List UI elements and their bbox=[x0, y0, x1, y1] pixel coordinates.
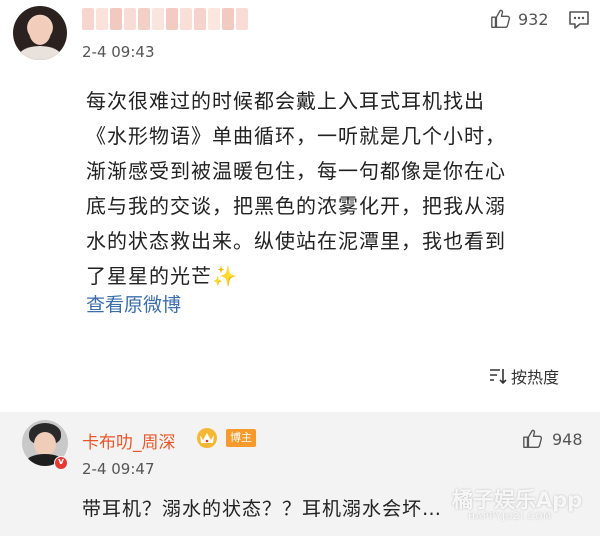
reply-like-count: 948 bbox=[552, 429, 583, 449]
watermark-text: 橘子娱乐App bbox=[452, 488, 583, 512]
user-avatar[interactable] bbox=[13, 6, 67, 60]
content-line: 《水形物语》单曲循环，一听就是几个小时， bbox=[86, 124, 506, 148]
like-count: 932 bbox=[518, 9, 549, 29]
content-line: 渐渐感受到被温暖包住，每一句都像是你在心 bbox=[86, 159, 506, 183]
view-original-link[interactable]: 查看原微博 bbox=[86, 290, 181, 317]
reply-content: 带耳机？溺水的状态？？耳机溺水会坏… bbox=[82, 498, 443, 520]
crown-icon bbox=[197, 428, 217, 448]
sparkle-icon: ✨ bbox=[212, 264, 238, 288]
content-line: 水的状态救出来。纵使站在泥潭里，我也看到 bbox=[86, 229, 506, 253]
reply-timestamp: 2-4 09:47 bbox=[82, 460, 155, 478]
blogger-badge: 博主 bbox=[226, 429, 256, 447]
like-button[interactable]: 932 bbox=[490, 8, 549, 30]
content-line: 每次很难过的时候都会戴上入耳式耳机找出 bbox=[86, 89, 485, 113]
post-timestamp: 2-4 09:43 bbox=[82, 43, 155, 61]
content-line: 了星星的光芒✨ bbox=[86, 259, 586, 294]
v-verified-icon: v bbox=[54, 456, 68, 470]
reply-like-button[interactable]: 948 bbox=[522, 428, 583, 450]
comment-card: 2-4 09:43 932 每次很难过的时候都会戴上入耳式耳机找出 《水形物语》… bbox=[0, 0, 600, 406]
content-line-text: 了星星的光芒 bbox=[86, 264, 212, 288]
sort-icon bbox=[490, 369, 507, 385]
thumbs-up-icon bbox=[491, 9, 511, 28]
comment-content: 每次很难过的时候都会戴上入耳式耳机找出 《水形物语》单曲循环，一听就是几个小时，… bbox=[86, 84, 586, 294]
watermark: 橘子娱乐App HAPPYJUZI.COM bbox=[452, 484, 582, 522]
reply-username[interactable]: 卡布叻_周深 bbox=[82, 428, 176, 453]
thumbs-up-icon bbox=[523, 429, 543, 448]
sort-label: 按热度 bbox=[511, 368, 560, 387]
blurred-username[interactable] bbox=[82, 8, 248, 30]
content-line: 底与我的交谈，把黑色的浓雾化开，把我从溺 bbox=[86, 194, 506, 218]
comment-icon[interactable] bbox=[568, 10, 590, 30]
sort-by-hot-button[interactable]: 按热度 bbox=[488, 364, 559, 388]
